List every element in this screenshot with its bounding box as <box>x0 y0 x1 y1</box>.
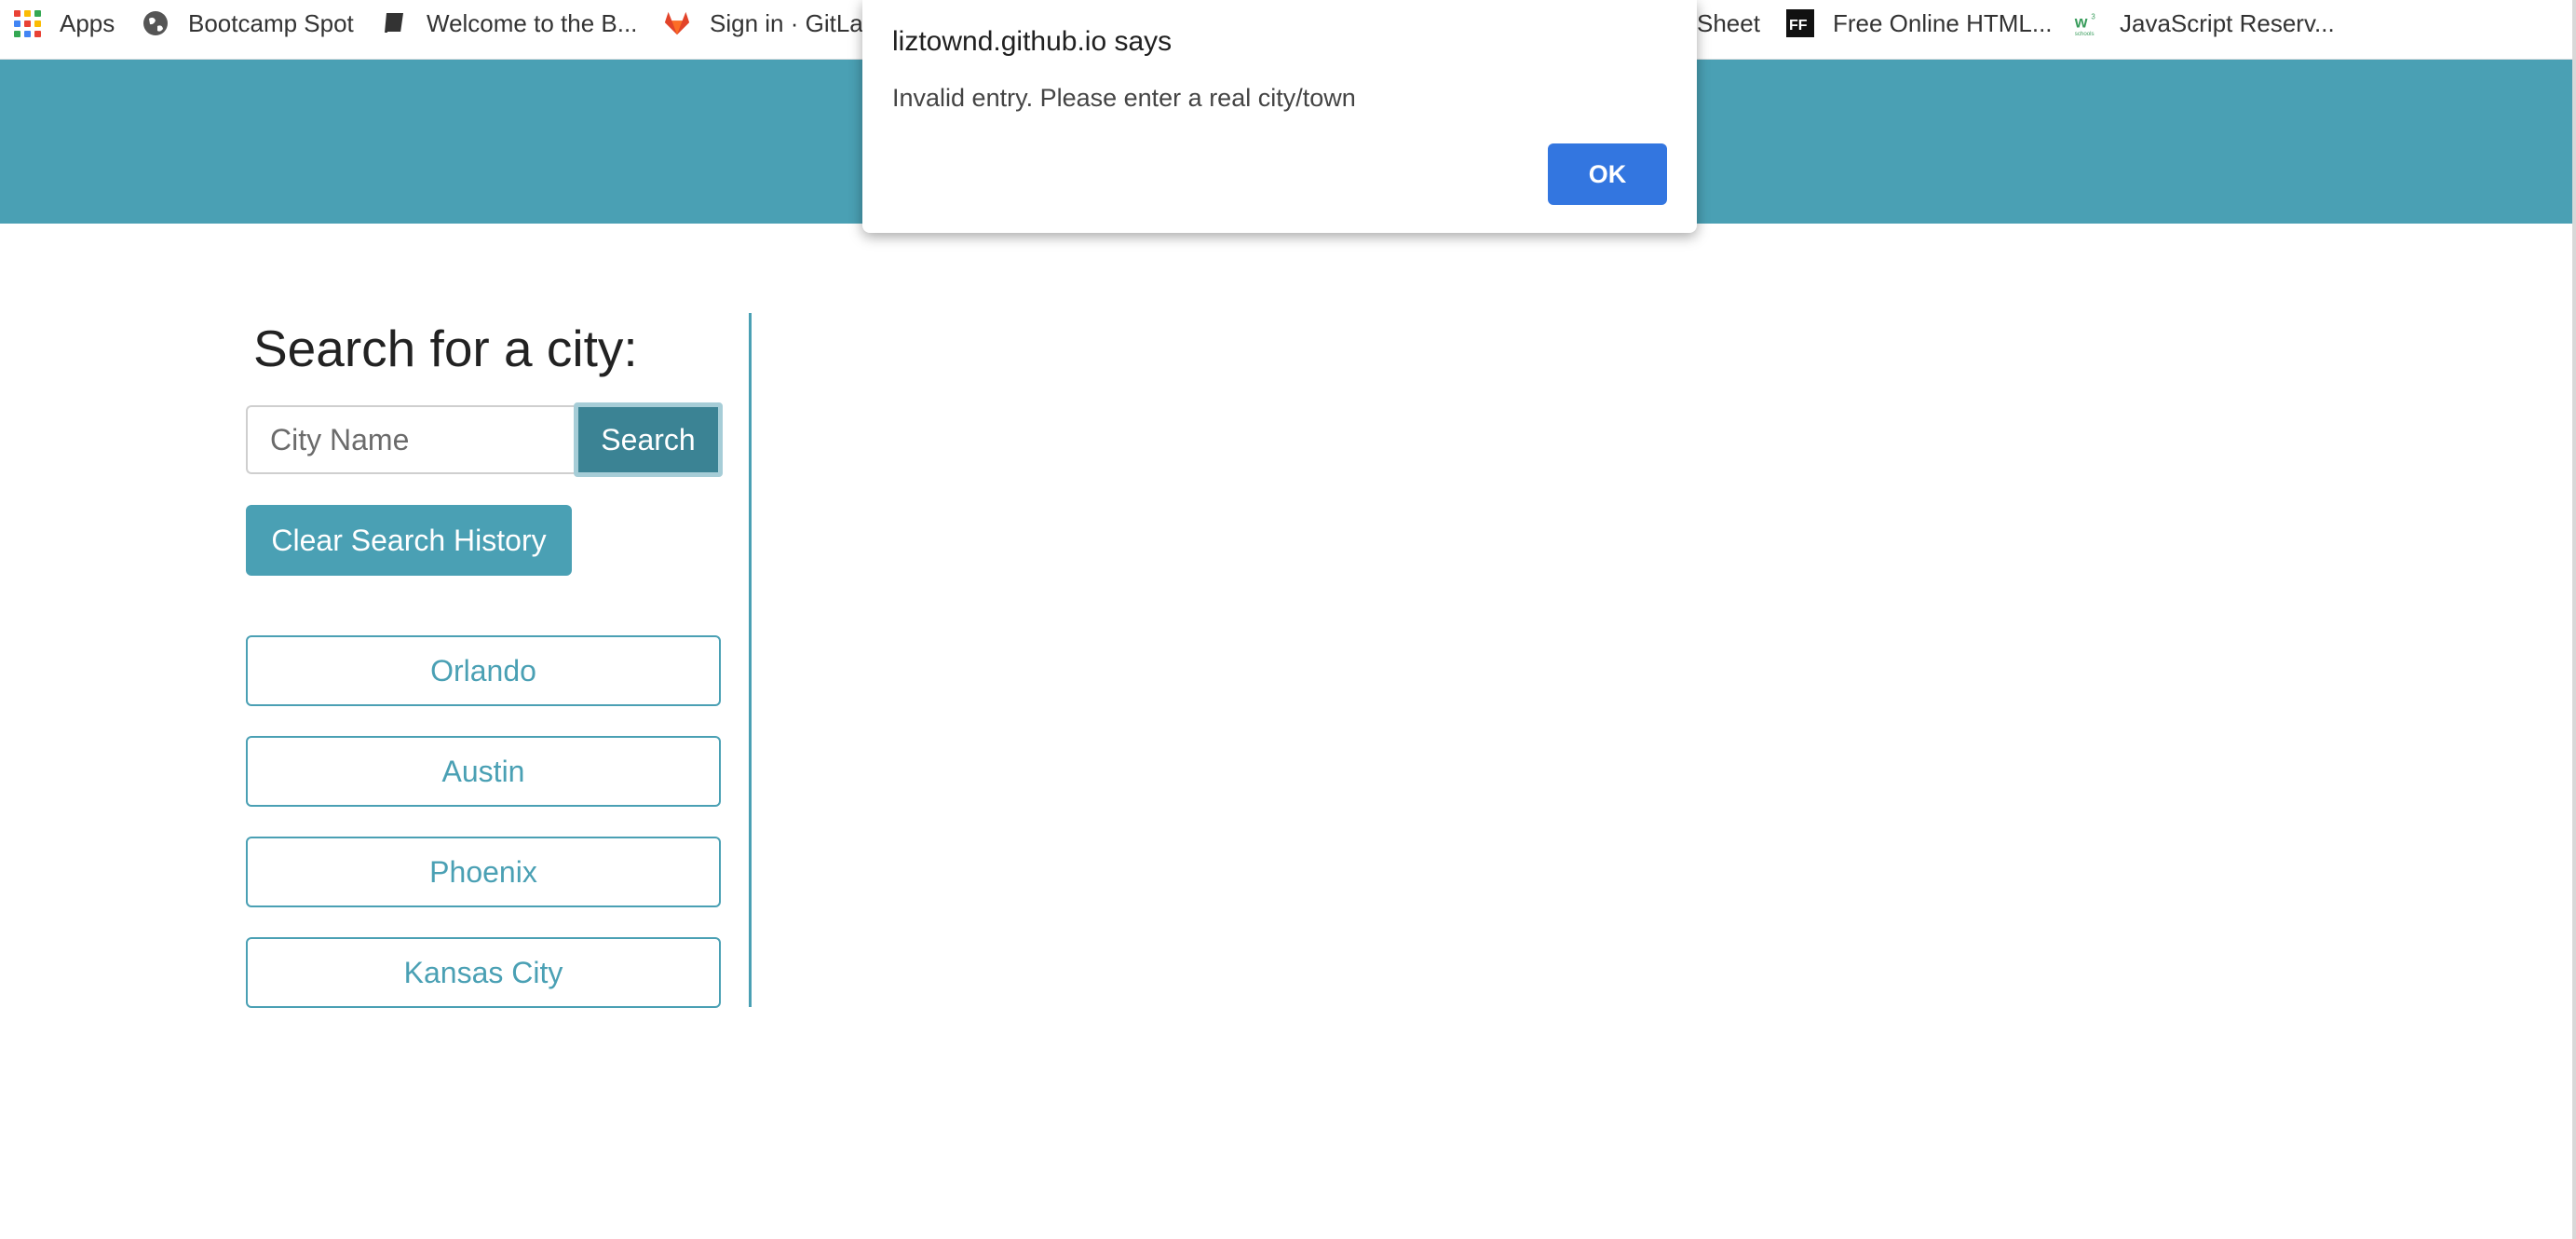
history-item-orlando[interactable]: Orlando <box>246 635 721 706</box>
bookmark-javascript-reserv[interactable]: w 3 schools JavaScript Reserv... <box>2073 0 2335 47</box>
bookmark-bootcamp-spot[interactable]: Bootcamp Spot <box>142 0 354 47</box>
search-history-list: Orlando Austin Phoenix Kansas City <box>246 635 721 1038</box>
bookmark-label: Sheet <box>1697 8 1760 37</box>
apps-grid-icon <box>13 9 41 37</box>
history-item-phoenix[interactable]: Phoenix <box>246 837 721 907</box>
history-item-austin[interactable]: Austin <box>246 736 721 807</box>
bookmark-label: Welcome to the B... <box>427 8 638 37</box>
window-edge <box>2572 0 2576 1239</box>
bookmark-label: Free Online HTML... <box>1833 8 2053 37</box>
bookmark-welcome[interactable]: Welcome to the B... <box>380 0 637 47</box>
svg-text:FF: FF <box>1789 18 1808 34</box>
ff-icon: FF <box>1786 9 1814 37</box>
book-icon <box>380 9 408 37</box>
bookmark-free-online-html[interactable]: FF Free Online HTML... <box>1786 0 2053 47</box>
search-button[interactable]: Search <box>574 402 723 477</box>
svg-text:3: 3 <box>2091 13 2095 21</box>
bookmark-label: Sign in · GitLab <box>710 8 877 37</box>
alert-dialog: liztownd.github.io says Invalid entry. P… <box>862 0 1697 233</box>
alert-title: liztownd.github.io says <box>892 26 1173 57</box>
bookmark-apps[interactable]: Apps <box>13 0 115 47</box>
bookmark-sheet[interactable]: Sheet <box>1697 0 1760 47</box>
history-item-kansas-city[interactable]: Kansas City <box>246 937 721 1008</box>
search-form: Search <box>246 402 723 477</box>
bookmark-label: JavaScript Reserv... <box>2120 8 2335 37</box>
w3schools-icon: w 3 schools <box>2073 9 2101 37</box>
search-sidebar: Search for a city: Search Clear Search H… <box>246 313 752 1008</box>
clear-search-history-button[interactable]: Clear Search History <box>246 505 572 576</box>
gitlab-icon <box>663 9 691 37</box>
city-name-input[interactable] <box>246 405 574 474</box>
alert-message: Invalid entry. Please enter a real city/… <box>892 84 1356 112</box>
bookmark-label: Bootcamp Spot <box>188 8 354 37</box>
search-title: Search for a city: <box>253 320 638 377</box>
ok-button[interactable]: OK <box>1548 143 1667 205</box>
svg-text:w: w <box>2074 12 2088 31</box>
globe-icon <box>142 9 169 37</box>
svg-text:schools: schools <box>2075 31 2095 37</box>
bookmark-gitlab[interactable]: Sign in · GitLab <box>663 0 876 47</box>
bookmark-label: Apps <box>60 8 115 37</box>
